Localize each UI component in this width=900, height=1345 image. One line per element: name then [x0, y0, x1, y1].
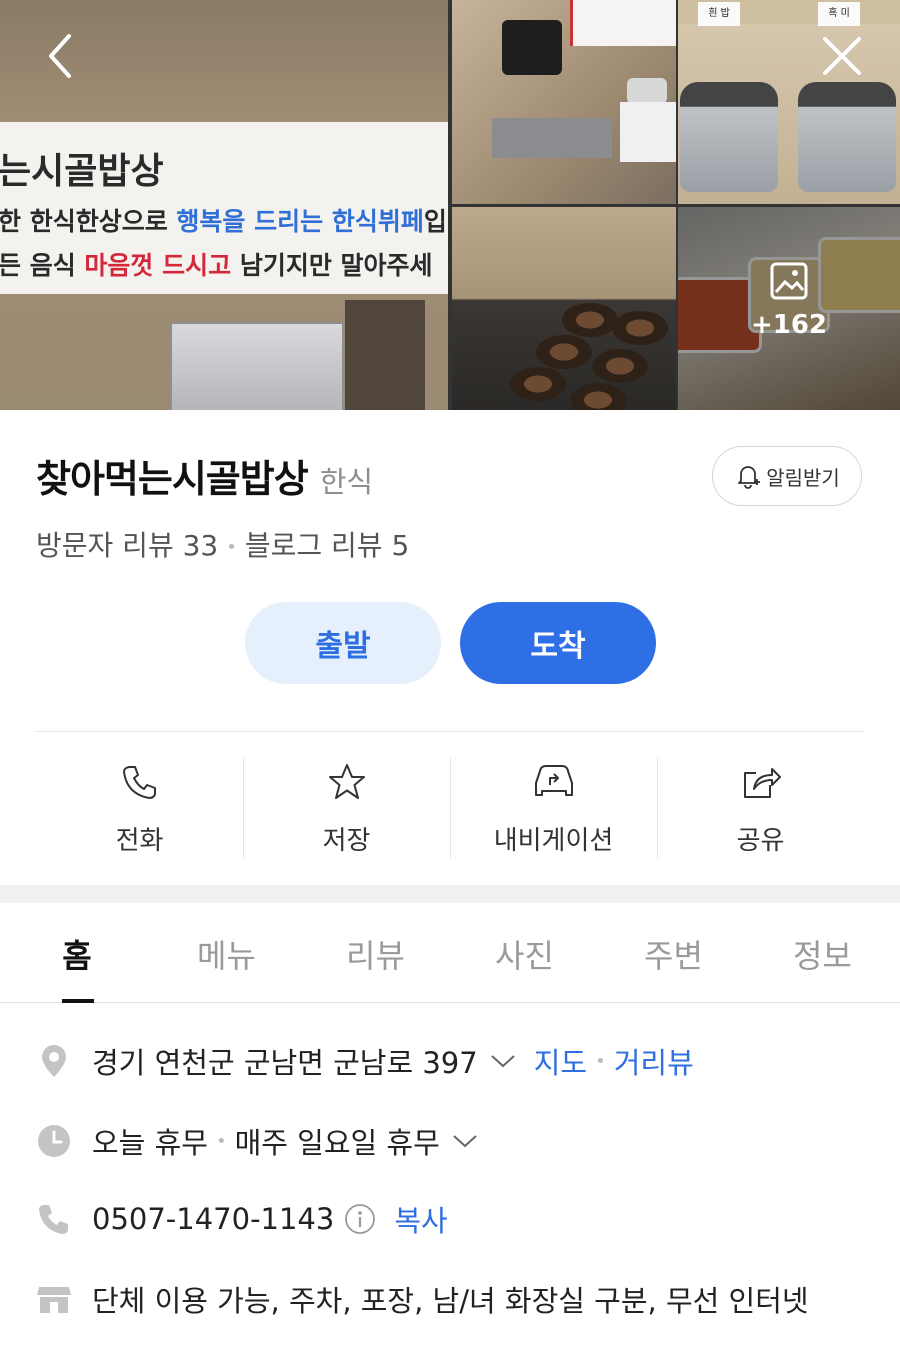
alarm-button[interactable]: 알림받기	[712, 446, 862, 506]
tab-home[interactable]: 홈	[2, 903, 152, 1003]
phone-row: 0507-1470-1143 복사	[36, 1198, 448, 1240]
tab-menu[interactable]: 메뉴	[152, 903, 301, 1002]
image-icon	[770, 262, 808, 300]
rice-cooker-right	[798, 82, 896, 192]
section-divider	[0, 885, 900, 903]
close-button[interactable]	[814, 28, 870, 84]
location-pin-icon	[42, 1045, 66, 1077]
clock-icon	[38, 1125, 70, 1157]
banner-line-3: 든 음식 마음껏 드시고 남기지만 말아주세	[0, 251, 433, 280]
more-photos-overlay[interactable]: +162	[678, 207, 900, 410]
tab-photos[interactable]: 사진	[450, 903, 599, 1002]
refrigerator	[170, 322, 344, 410]
street-view-link[interactable]: 거리뷰	[614, 1040, 694, 1082]
star-icon	[328, 764, 365, 799]
photo-buffet-trays[interactable]: +162	[678, 207, 900, 410]
cooker-label-black-rice: 흑 미	[818, 2, 860, 26]
rice-cooker-left	[680, 82, 778, 192]
visitor-reviews-link[interactable]: 방문자 리뷰 33	[36, 529, 218, 562]
address-text: 경기 연천군 군남면 군남로 397	[92, 1046, 478, 1080]
banner-line-2: 한 한식한상으로 행복을 드리는 한식뷔페입	[0, 207, 447, 236]
hours-status: 오늘 휴무	[92, 1126, 208, 1160]
store-icon	[37, 1287, 71, 1313]
call-action[interactable]: 전화	[36, 758, 243, 860]
arrive-route-button[interactable]: 도착	[460, 602, 656, 684]
tab-info[interactable]: 정보	[748, 903, 897, 1002]
navigation-label: 내비게이션	[493, 826, 614, 856]
share-label: 공유	[736, 826, 785, 856]
phone-icon	[39, 1205, 68, 1234]
back-button[interactable]	[32, 28, 88, 84]
amenities-text: 단체 이용 가능, 주차, 포장, 남/녀 화장실 구분, 무선 인터넷	[92, 1284, 809, 1318]
chevron-down-icon[interactable]	[452, 1133, 478, 1149]
place-category: 한식	[319, 465, 374, 499]
chevron-left-icon	[49, 34, 71, 78]
share-action[interactable]: 공유	[657, 758, 864, 860]
chevron-down-icon[interactable]	[490, 1053, 516, 1069]
tab-reviews[interactable]: 리뷰	[301, 903, 450, 1002]
tab-nearby[interactable]: 주변	[599, 903, 748, 1002]
blog-reviews-link[interactable]: 블로그 리뷰 5	[245, 529, 409, 562]
review-summary: 방문자 리뷰 33 • 블로그 리뷰 5	[36, 529, 410, 562]
door	[345, 300, 425, 410]
alarm-label: 알림받기	[766, 465, 840, 490]
close-icon	[823, 37, 861, 75]
phone-icon	[122, 766, 156, 799]
map-link[interactable]: 지도	[534, 1040, 587, 1082]
share-icon	[743, 768, 781, 798]
car-navigation-icon	[534, 765, 573, 796]
info-icon[interactable]	[344, 1203, 376, 1235]
place-name: 찾아먹는시골밥상	[36, 457, 309, 501]
more-photos-count: +162	[750, 310, 828, 340]
amenities-row: 단체 이용 가능, 주차, 포장, 남/녀 화장실 구분, 무선 인터넷	[36, 1278, 809, 1320]
photo-gallery: 는시골밥상 한 한식한상으로 행복을 드리는 한식뷔페입 든 음식 마음껏 드시…	[0, 0, 900, 410]
navigation-action[interactable]: 내비게이션	[450, 758, 657, 860]
start-route-button[interactable]: 출발	[245, 602, 441, 684]
tab-bar: 홈 메뉴 리뷰 사진 주변 정보	[0, 903, 900, 1003]
cooker-label-white-rice: 흰 밥	[698, 2, 740, 26]
banner-line-1: 는시골밥상	[0, 150, 164, 192]
address-row: 경기 연천군 군남면 군남로 397 지도 • 거리뷰	[36, 1040, 694, 1082]
quick-actions: 전화 저장 내비게이션 공유	[36, 758, 864, 860]
save-label: 저장	[322, 826, 371, 856]
save-action[interactable]: 저장	[243, 758, 450, 860]
hours-detail: 매주 일요일 휴무	[234, 1126, 440, 1160]
phone-number[interactable]: 0507-1470-1143	[92, 1202, 334, 1236]
place-title: 찾아먹는시골밥상 한식	[36, 448, 373, 503]
photo-buffet-counter[interactable]	[452, 0, 676, 204]
photo-side-dishes[interactable]	[452, 207, 676, 410]
bell-plus-icon	[738, 466, 761, 489]
divider	[36, 731, 864, 732]
copy-phone-button[interactable]: 복사	[394, 1198, 447, 1240]
hours-row: 오늘 휴무 • 매주 일요일 휴무	[36, 1120, 478, 1162]
restaurant-banner: 는시골밥상 한 한식한상으로 행복을 드리는 한식뷔페입 든 음식 마음껏 드시…	[0, 122, 448, 294]
call-label: 전화	[115, 826, 164, 856]
